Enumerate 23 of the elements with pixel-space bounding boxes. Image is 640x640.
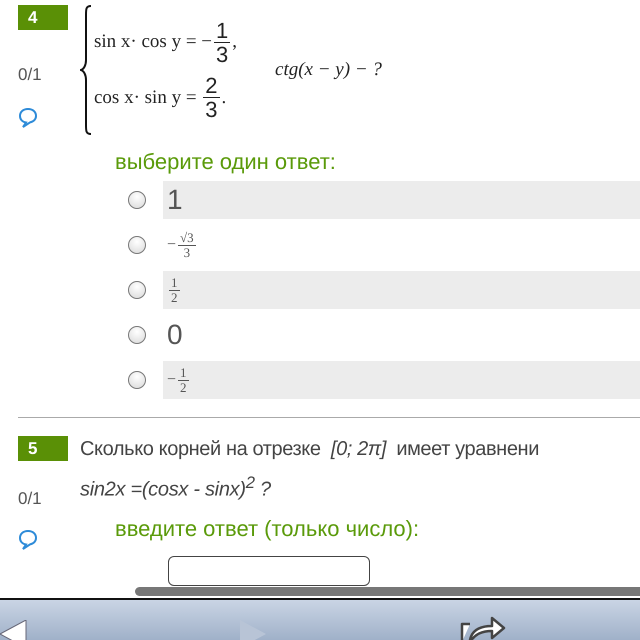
share-icon[interactable] bbox=[458, 614, 508, 640]
radio-button[interactable] bbox=[128, 326, 146, 344]
question-number: 5 bbox=[18, 436, 68, 461]
answer-option[interactable]: 1 bbox=[163, 181, 640, 219]
question-grade: 0/1 bbox=[18, 65, 42, 85]
radio-button[interactable] bbox=[128, 281, 146, 299]
radio-button[interactable] bbox=[128, 236, 146, 254]
question-number: 4 bbox=[18, 5, 68, 30]
radio-button[interactable] bbox=[128, 371, 146, 389]
radio-button[interactable] bbox=[128, 191, 146, 209]
answer-prompt: введите ответ (только число): bbox=[115, 516, 420, 542]
answer-option[interactable]: 0 bbox=[163, 316, 640, 354]
question-text: Сколько корней на отрезке [0; 2π] имеет уравнени bbox=[80, 437, 540, 461]
comment-icon[interactable] bbox=[18, 107, 38, 129]
scroll-bar[interactable] bbox=[135, 587, 640, 596]
answer-field[interactable] bbox=[168, 556, 370, 586]
math-question: ctg(x − y) − ? bbox=[275, 59, 382, 81]
back-icon[interactable] bbox=[0, 620, 28, 640]
answer-prompt: выберите один ответ: bbox=[115, 149, 337, 175]
comment-icon[interactable] bbox=[18, 529, 38, 551]
question-grade: 0/1 bbox=[18, 489, 42, 509]
answer-option[interactable]: 1 2 bbox=[163, 271, 640, 309]
equation: sin2x =(cosx - sinx)$^{2}$ ? bbox=[80, 473, 272, 502]
